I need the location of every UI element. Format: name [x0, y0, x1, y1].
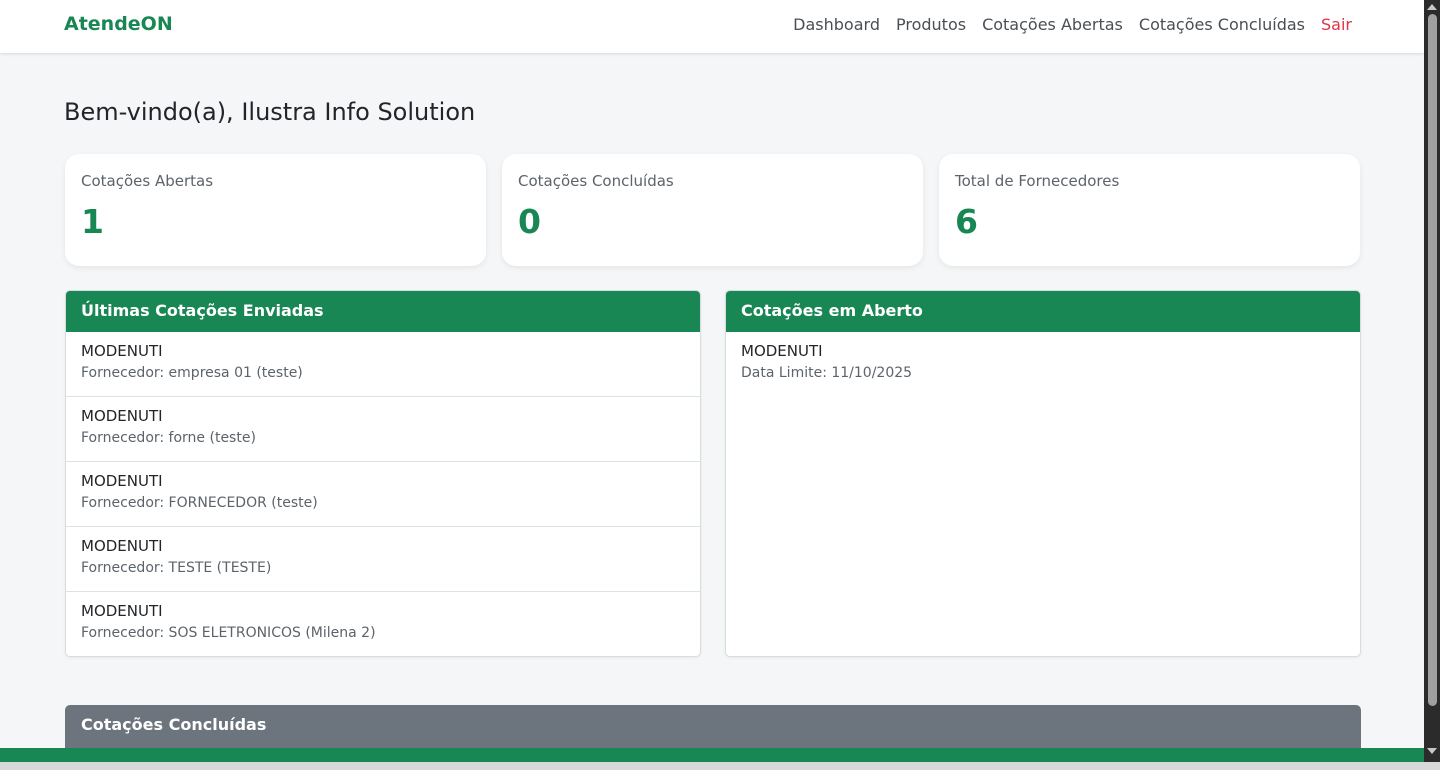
brand-logo[interactable]: AtendeON	[64, 13, 173, 35]
stat-label: Cotações Concluídas	[518, 172, 674, 190]
item-supplier: Fornecedor: TESTE (TESTE)	[81, 560, 272, 576]
panel-header: Últimas Cotações Enviadas	[66, 291, 700, 332]
footer-bar	[0, 748, 1424, 762]
item-supplier: Fornecedor: forne (teste)	[81, 430, 256, 446]
list-item[interactable]: MODENUTI Fornecedor: empresa 01 (teste)	[66, 332, 700, 397]
list-item[interactable]: MODENUTI Fornecedor: FORNECEDOR (teste)	[66, 462, 700, 527]
item-title: MODENUTI	[81, 407, 163, 425]
item-deadline: Data Limite: 11/10/2025	[741, 365, 913, 381]
stat-card-cotacoes-abertas: Cotações Abertas 1	[65, 154, 486, 266]
nav-produtos[interactable]: Produtos	[896, 15, 966, 34]
top-navbar: AtendeON Dashboard Produtos Cotações Abe…	[0, 0, 1424, 53]
stat-label: Total de Fornecedores	[955, 172, 1120, 190]
stat-card-cotacoes-concluidas: Cotações Concluídas 0	[502, 154, 923, 266]
list-item[interactable]: MODENUTI Fornecedor: TESTE (TESTE)	[66, 527, 700, 592]
panel-header: Cotações em Aberto	[726, 291, 1360, 332]
nav-cotacoes-concluidas[interactable]: Cotações Concluídas	[1139, 15, 1305, 34]
item-title: MODENUTI	[741, 342, 823, 360]
stat-value: 1	[81, 202, 104, 241]
stat-value: 0	[518, 202, 541, 241]
list-item[interactable]: MODENUTI Fornecedor: forne (teste)	[66, 397, 700, 462]
scroll-thumb[interactable]	[1428, 14, 1437, 706]
nav-cotacoes-abertas[interactable]: Cotações Abertas	[982, 15, 1123, 34]
nav-dashboard[interactable]: Dashboard	[793, 15, 880, 34]
item-title: MODENUTI	[81, 602, 163, 620]
panel-ultimas-cotacoes: Últimas Cotações Enviadas MODENUTI Forne…	[65, 290, 701, 657]
item-supplier: Fornecedor: SOS ELETRONICOS (Milena 2)	[81, 625, 376, 641]
item-title: MODENUTI	[81, 472, 163, 490]
list-item[interactable]: MODENUTI Fornecedor: SOS ELETRONICOS (Mi…	[66, 592, 700, 656]
stat-value: 6	[955, 202, 978, 241]
vertical-scrollbar[interactable]	[1424, 0, 1440, 762]
panel-cotacoes-em-aberto: Cotações em Aberto MODENUTI Data Limite:…	[725, 290, 1361, 657]
welcome-heading: Bem-vindo(a), Ilustra Info Solution	[64, 98, 476, 126]
stat-card-total-fornecedores: Total de Fornecedores 6	[939, 154, 1360, 266]
scroll-down-arrow-icon[interactable]	[1427, 748, 1437, 754]
os-taskbar	[0, 762, 1440, 770]
nav-links: Dashboard Produtos Cotações Abertas Cota…	[793, 15, 1352, 34]
item-title: MODENUTI	[81, 342, 163, 360]
logout-link[interactable]: Sair	[1321, 15, 1352, 34]
stat-label: Cotações Abertas	[81, 172, 214, 190]
item-supplier: Fornecedor: empresa 01 (teste)	[81, 365, 303, 381]
item-supplier: Fornecedor: FORNECEDOR (teste)	[81, 495, 318, 511]
list-item[interactable]: MODENUTI Data Limite: 11/10/2025	[726, 332, 1360, 397]
scroll-up-arrow-icon[interactable]	[1427, 4, 1437, 10]
item-title: MODENUTI	[81, 537, 163, 555]
